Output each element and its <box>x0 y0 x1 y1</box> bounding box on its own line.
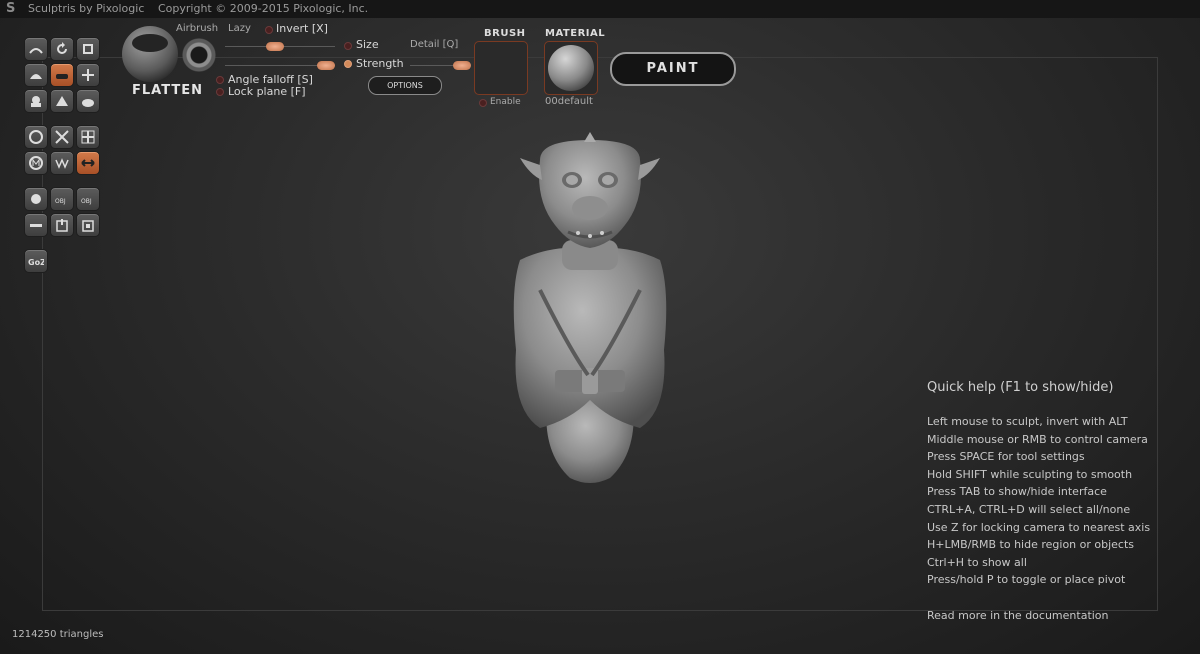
help-line: Hold SHIFT while sculpting to smooth <box>927 467 1133 481</box>
title-bar: S Sculptris by Pixologic Copyright © 200… <box>0 0 1200 18</box>
size-slider-knob[interactable] <box>317 61 335 70</box>
quick-help-panel: Quick help (F1 to show/hide) Left mouse … <box>927 380 1187 625</box>
angle-falloff-toggle[interactable] <box>216 76 224 84</box>
material-name: 00default <box>545 96 593 107</box>
symmetry-icon[interactable] <box>24 151 48 175</box>
quick-help-title: Quick help (F1 to show/hide) <box>927 380 1114 395</box>
falloff-icon[interactable] <box>182 38 216 72</box>
size-toggle[interactable] <box>344 42 352 50</box>
plane-icon[interactable] <box>24 213 48 237</box>
brush-enable-toggle[interactable] <box>479 99 487 107</box>
lazy-slider-knob[interactable] <box>266 42 284 51</box>
help-line: Press SPACE for tool settings <box>927 450 1085 464</box>
material-slot[interactable] <box>544 41 598 95</box>
lock-plane-label: Lock plane [F] <box>228 85 306 98</box>
size-label: Size <box>356 38 379 51</box>
brush-texture-slot[interactable] <box>474 41 528 95</box>
pinch-icon[interactable] <box>50 89 74 113</box>
options-button[interactable]: OPTIONS <box>368 76 442 95</box>
lazy-label[interactable]: Lazy <box>228 23 251 34</box>
grid-icon[interactable] <box>76 125 100 149</box>
strength-label: Strength <box>356 57 404 70</box>
rotate-icon[interactable] <box>50 37 74 61</box>
inflate-icon[interactable] <box>24 89 48 113</box>
strength-toggle[interactable] <box>344 60 352 68</box>
triangle-count: 1214250 triangles <box>12 629 104 640</box>
brush-name: FLATTEN <box>132 83 204 98</box>
export-obj-icon[interactable]: OBJ <box>76 187 100 211</box>
sphere-icon[interactable] <box>24 187 48 211</box>
help-line: Left mouse to sculpt, invert with ALT <box>927 415 1128 428</box>
goz-icon[interactable]: GoZ <box>24 249 48 273</box>
help-line: Press TAB to show/hide interface <box>927 485 1107 499</box>
import-obj-icon[interactable]: OBJ <box>50 187 74 211</box>
scale-icon[interactable] <box>76 37 100 61</box>
wireframe-icon[interactable] <box>50 151 74 175</box>
help-line: H+LMB/RMB to hide region or objects <box>927 538 1135 552</box>
invert-toggle[interactable] <box>265 26 273 34</box>
paint-button[interactable]: PAINT <box>610 52 736 86</box>
smooth-icon[interactable] <box>76 89 100 113</box>
svg-text:OBJ: OBJ <box>55 198 66 205</box>
help-line: Use Z for locking camera to nearest axis <box>927 520 1151 534</box>
help-line: Middle mouse or RMB to control camera <box>927 432 1148 446</box>
mirror-icon[interactable] <box>76 151 100 175</box>
svg-text:GoZ: GoZ <box>28 258 44 267</box>
copyright-text: Copyright © 2009-2015 Pixologic, Inc. <box>158 2 369 15</box>
sculptris-logo-icon: S <box>6 1 16 16</box>
help-line: Ctrl+H to show all <box>927 555 1027 569</box>
grab-icon[interactable] <box>76 63 100 87</box>
documentation-link[interactable]: Read more in the documentation <box>927 607 1187 625</box>
material-sphere-icon <box>548 45 594 91</box>
sculpt-model[interactable] <box>500 130 680 490</box>
svg-text:OBJ: OBJ <box>81 198 92 205</box>
help-line: Press/hold P to toggle or place pivot <box>927 573 1126 587</box>
brush-texture-title: BRUSH <box>484 28 526 39</box>
lock-plane-toggle[interactable] <box>216 88 224 96</box>
mask-icon[interactable] <box>50 125 74 149</box>
invert-label: Invert [X] <box>276 22 328 35</box>
reduce-icon[interactable] <box>24 125 48 149</box>
detail-slider-knob[interactable] <box>453 61 471 70</box>
open-icon[interactable] <box>76 213 100 237</box>
brush-preview-icon[interactable] <box>122 26 178 82</box>
save-icon[interactable] <box>50 213 74 237</box>
crease-icon[interactable] <box>24 37 48 61</box>
app-title: Sculptris by Pixologic <box>28 2 145 15</box>
detail-label: Detail [Q] <box>410 39 459 50</box>
material-title: MATERIAL <box>545 28 606 39</box>
brush-enable-label: Enable <box>490 97 521 107</box>
airbrush-label[interactable]: Airbrush <box>176 23 218 34</box>
draw-icon[interactable] <box>24 63 48 87</box>
help-line: CTRL+A, CTRL+D will select all/none <box>927 502 1131 516</box>
flatten-icon[interactable] <box>50 63 74 87</box>
